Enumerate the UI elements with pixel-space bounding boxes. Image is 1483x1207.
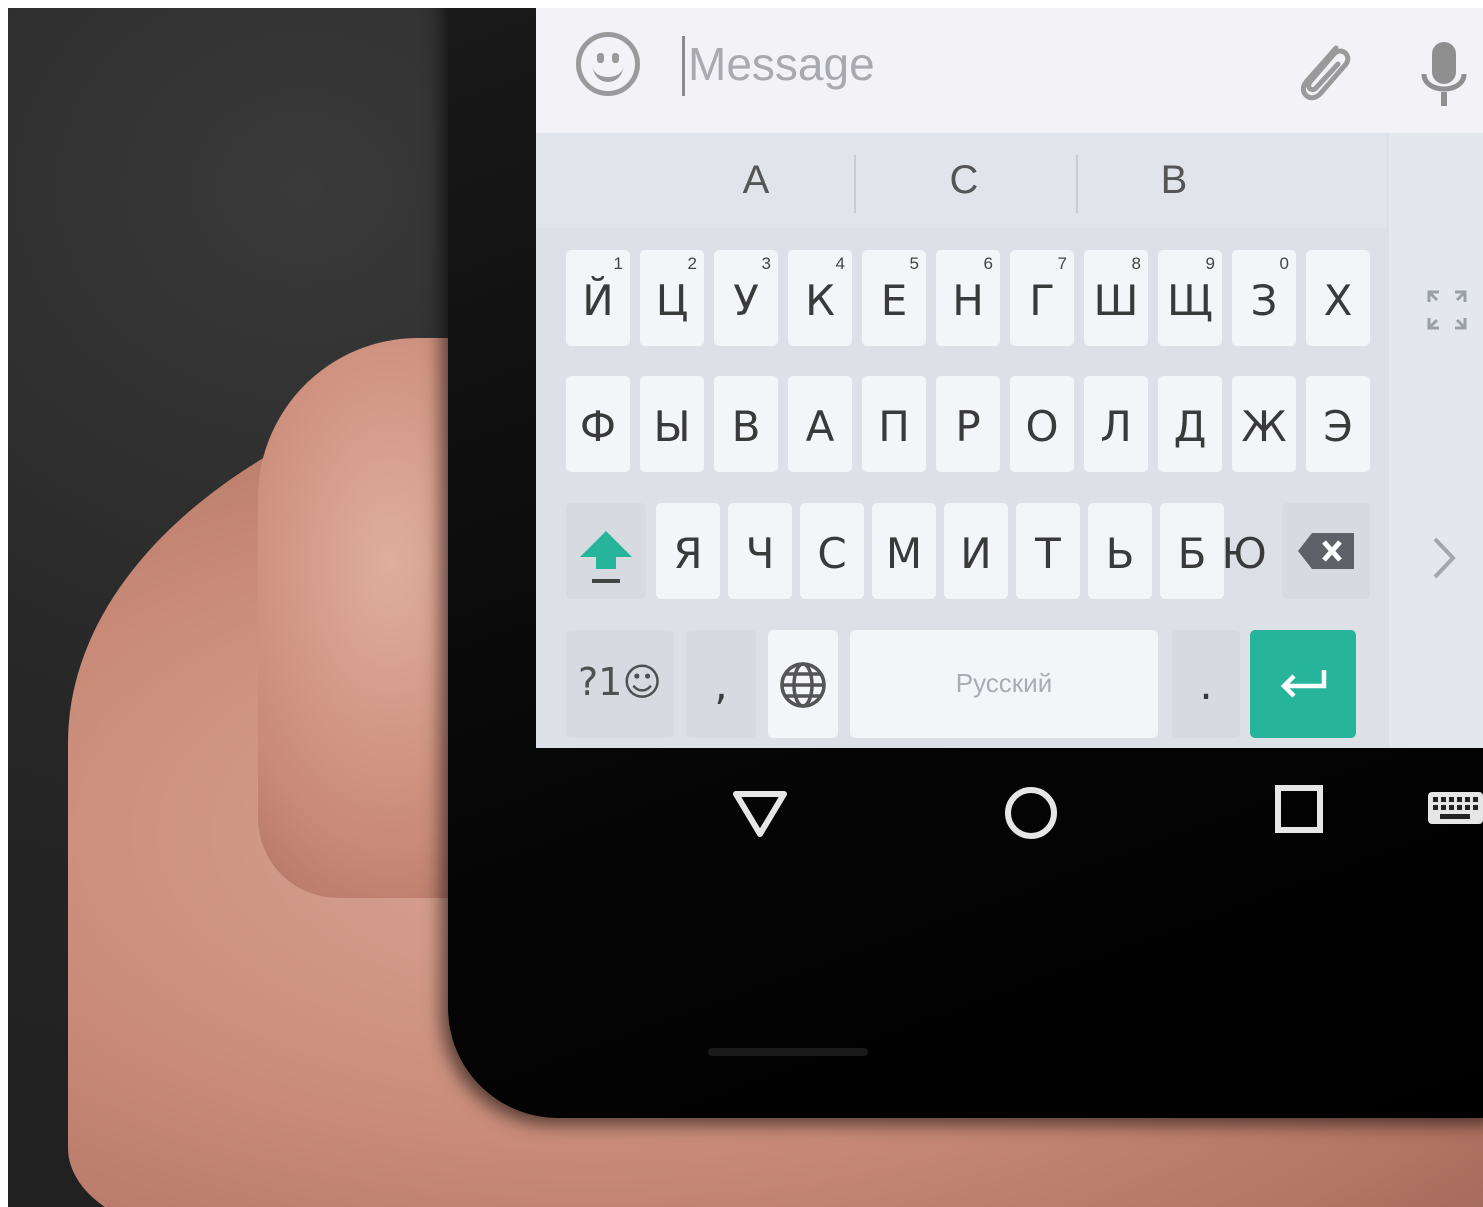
key-row1-5[interactable]: Е5 [862, 250, 926, 346]
key-row1-3[interactable]: У3 [714, 250, 778, 346]
key-row1-1[interactable]: Й1 [566, 250, 630, 346]
keyboard-icon[interactable] [1426, 788, 1483, 828]
key-row3-5[interactable]: И [944, 503, 1008, 599]
comma-key[interactable]: , [686, 630, 756, 738]
suggestion-bar: А С В [536, 133, 1386, 228]
key-row3-3[interactable]: С [800, 503, 864, 599]
microphone-icon[interactable] [1416, 38, 1476, 118]
key-row2-2[interactable]: Ы [640, 376, 704, 472]
keyboard: А С В Й1 Ц2 У3 К4 Е5 Н6 Г 7 Ш 8 Щ 9 З 0 … [536, 133, 1483, 748]
compose-bar [536, 8, 1483, 133]
keyboard-side-panel [1389, 133, 1483, 748]
key-row2-11[interactable]: Э [1306, 376, 1370, 472]
enter-return-icon [1280, 670, 1327, 698]
speaker-grille [708, 1048, 868, 1056]
key-row2-4[interactable]: А [788, 376, 852, 472]
message-input[interactable] [686, 33, 1190, 95]
space-key[interactable]: Русский [850, 630, 1158, 738]
backspace-key[interactable] [1282, 503, 1370, 599]
key-row2-6[interactable]: Р [936, 376, 1000, 472]
key-row1-10[interactable]: З0 [1232, 250, 1296, 346]
navigation-bar [540, 760, 1483, 870]
key-row3-4[interactable]: М [872, 503, 936, 599]
key-row1-4[interactable]: К4 [788, 250, 852, 346]
back-triangle-icon[interactable] [732, 790, 788, 840]
key-row2-7[interactable]: О [1010, 376, 1074, 472]
smiley-icon[interactable] [576, 32, 640, 96]
key-row1-9[interactable]: Щ9 [1158, 250, 1222, 346]
key-row1-8[interactable]: Ш8 [1084, 250, 1148, 346]
key-row2-8[interactable]: Л [1084, 376, 1148, 472]
paperclip-icon[interactable] [1288, 36, 1358, 110]
globe-icon [780, 662, 826, 708]
key-row2-10[interactable]: Ж [1232, 376, 1296, 472]
shift-key[interactable] [566, 503, 646, 599]
language-key[interactable] [768, 630, 838, 738]
key-row2-9[interactable]: Д [1158, 376, 1222, 472]
key-row1-6[interactable]: Н6 [936, 250, 1000, 346]
enter-key[interactable] [1250, 630, 1356, 738]
key-row2-5[interactable]: П [862, 376, 926, 472]
key-row1-7[interactable]: Г7 [1010, 250, 1074, 346]
key-row3-1[interactable]: Я [656, 503, 720, 599]
key-row1-11[interactable]: Х [1306, 250, 1370, 346]
recents-square-icon[interactable] [1274, 784, 1324, 834]
suggestion-3[interactable]: В [1124, 158, 1224, 203]
phone-screen: А С В Й1 Ц2 У3 К4 Е5 Н6 Г [536, 8, 1483, 748]
suggestion-divider [1076, 155, 1078, 213]
key-row2-3[interactable]: В [714, 376, 778, 472]
key-row2-1[interactable]: Ф [566, 376, 630, 472]
home-circle-icon[interactable] [1002, 784, 1060, 842]
text-cursor [682, 36, 685, 96]
suggestion-2[interactable]: С [914, 158, 1014, 203]
period-key[interactable]: . [1172, 630, 1240, 738]
shift-up-arrow-icon [580, 531, 632, 583]
key-row3-6[interactable]: Т [1016, 503, 1080, 599]
expand-arrows-icon[interactable] [1425, 288, 1469, 332]
suggestion-divider [854, 155, 856, 213]
chevron-right-icon[interactable] [1429, 533, 1459, 583]
key-row3-2[interactable]: Ч [728, 503, 792, 599]
backspace-icon [1298, 533, 1354, 569]
symbols-key[interactable]: ?1☺ [566, 630, 674, 738]
key-row1-2[interactable]: Ц2 [640, 250, 704, 346]
key-row3-7[interactable]: Ь [1088, 503, 1152, 599]
suggestion-1[interactable]: А [706, 158, 806, 203]
key-row3-9[interactable]: Ю [1212, 503, 1276, 599]
